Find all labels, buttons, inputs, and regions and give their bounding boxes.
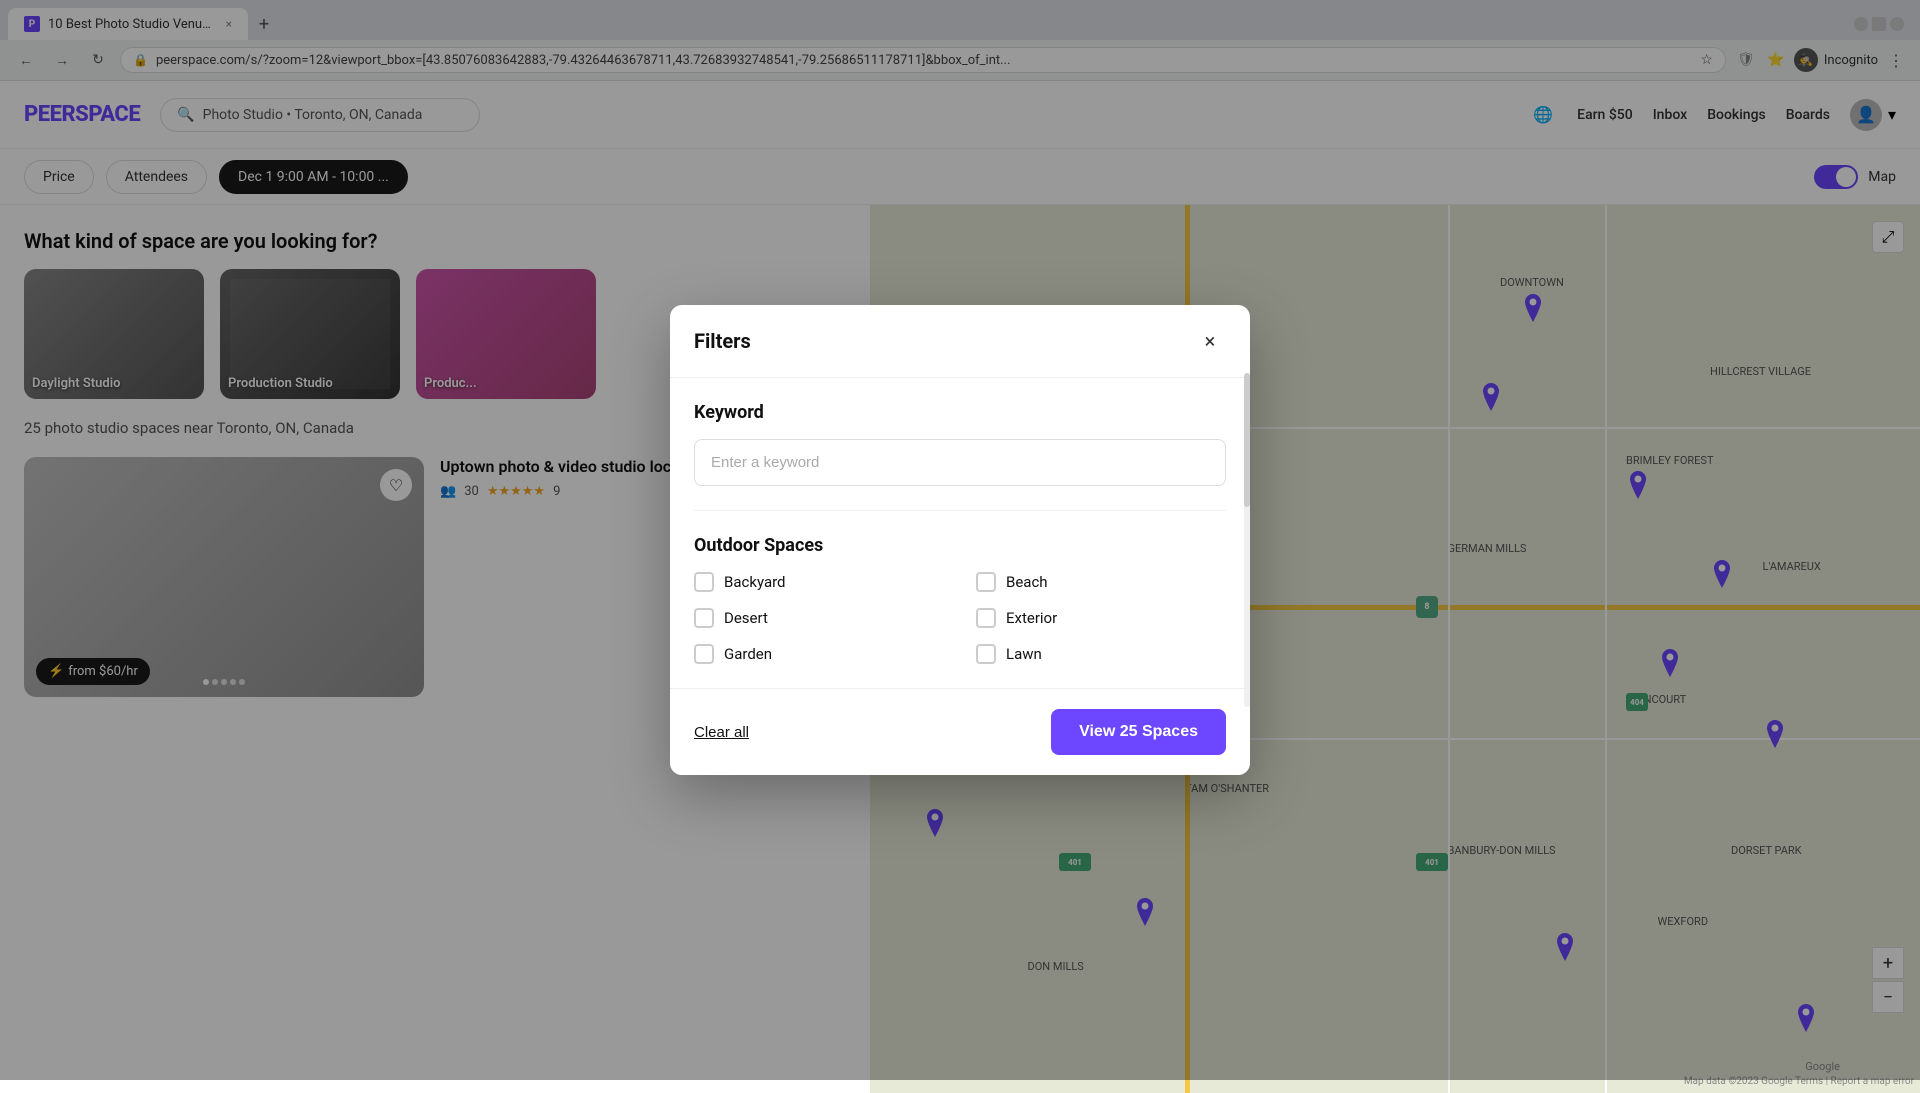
checkbox-backyard[interactable]: Backyard <box>694 572 944 592</box>
checkbox-box-garden[interactable] <box>694 644 714 664</box>
keyword-section-label: Keyword <box>694 402 1226 423</box>
checkbox-label-desert: Desert <box>724 609 768 627</box>
checkbox-label-lawn: Lawn <box>1006 645 1042 663</box>
checkbox-label-beach: Beach <box>1006 573 1048 591</box>
clear-all-button[interactable]: Clear all <box>694 724 749 741</box>
checkbox-box-beach[interactable] <box>976 572 996 592</box>
checkbox-desert[interactable]: Desert <box>694 608 944 628</box>
outdoor-spaces-section: Outdoor Spaces Backyard Beach Desert Ext… <box>694 535 1226 664</box>
outdoor-section-label: Outdoor Spaces <box>694 535 1226 556</box>
checkbox-label-garden: Garden <box>724 645 772 663</box>
modal-title: Filters <box>694 329 751 353</box>
checkbox-beach[interactable]: Beach <box>976 572 1226 592</box>
checkbox-garden[interactable]: Garden <box>694 644 944 664</box>
checkbox-label-backyard: Backyard <box>724 573 786 591</box>
modal-footer: Clear all View 25 Spaces <box>670 688 1250 775</box>
checkbox-exterior[interactable]: Exterior <box>976 608 1226 628</box>
modal-body: Keyword Outdoor Spaces Backyard Beach De… <box>670 378 1250 688</box>
checkbox-box-lawn[interactable] <box>976 644 996 664</box>
checkbox-label-exterior: Exterior <box>1006 609 1057 627</box>
checkbox-box-exterior[interactable] <box>976 608 996 628</box>
view-spaces-button[interactable]: View 25 Spaces <box>1051 709 1226 755</box>
checkbox-box-desert[interactable] <box>694 608 714 628</box>
modal-header: Filters × <box>670 305 1250 378</box>
checkbox-lawn[interactable]: Lawn <box>976 644 1226 664</box>
filters-modal: Filters × Keyword Outdoor Spaces Backyar… <box>670 305 1250 775</box>
keyword-input[interactable] <box>694 439 1226 486</box>
checkbox-box-backyard[interactable] <box>694 572 714 592</box>
modal-close-button[interactable]: × <box>1194 325 1226 357</box>
keyword-section: Keyword <box>694 402 1226 486</box>
section-divider <box>694 510 1226 511</box>
outdoor-checkboxes-grid: Backyard Beach Desert Exterior Garden <box>694 572 1226 664</box>
